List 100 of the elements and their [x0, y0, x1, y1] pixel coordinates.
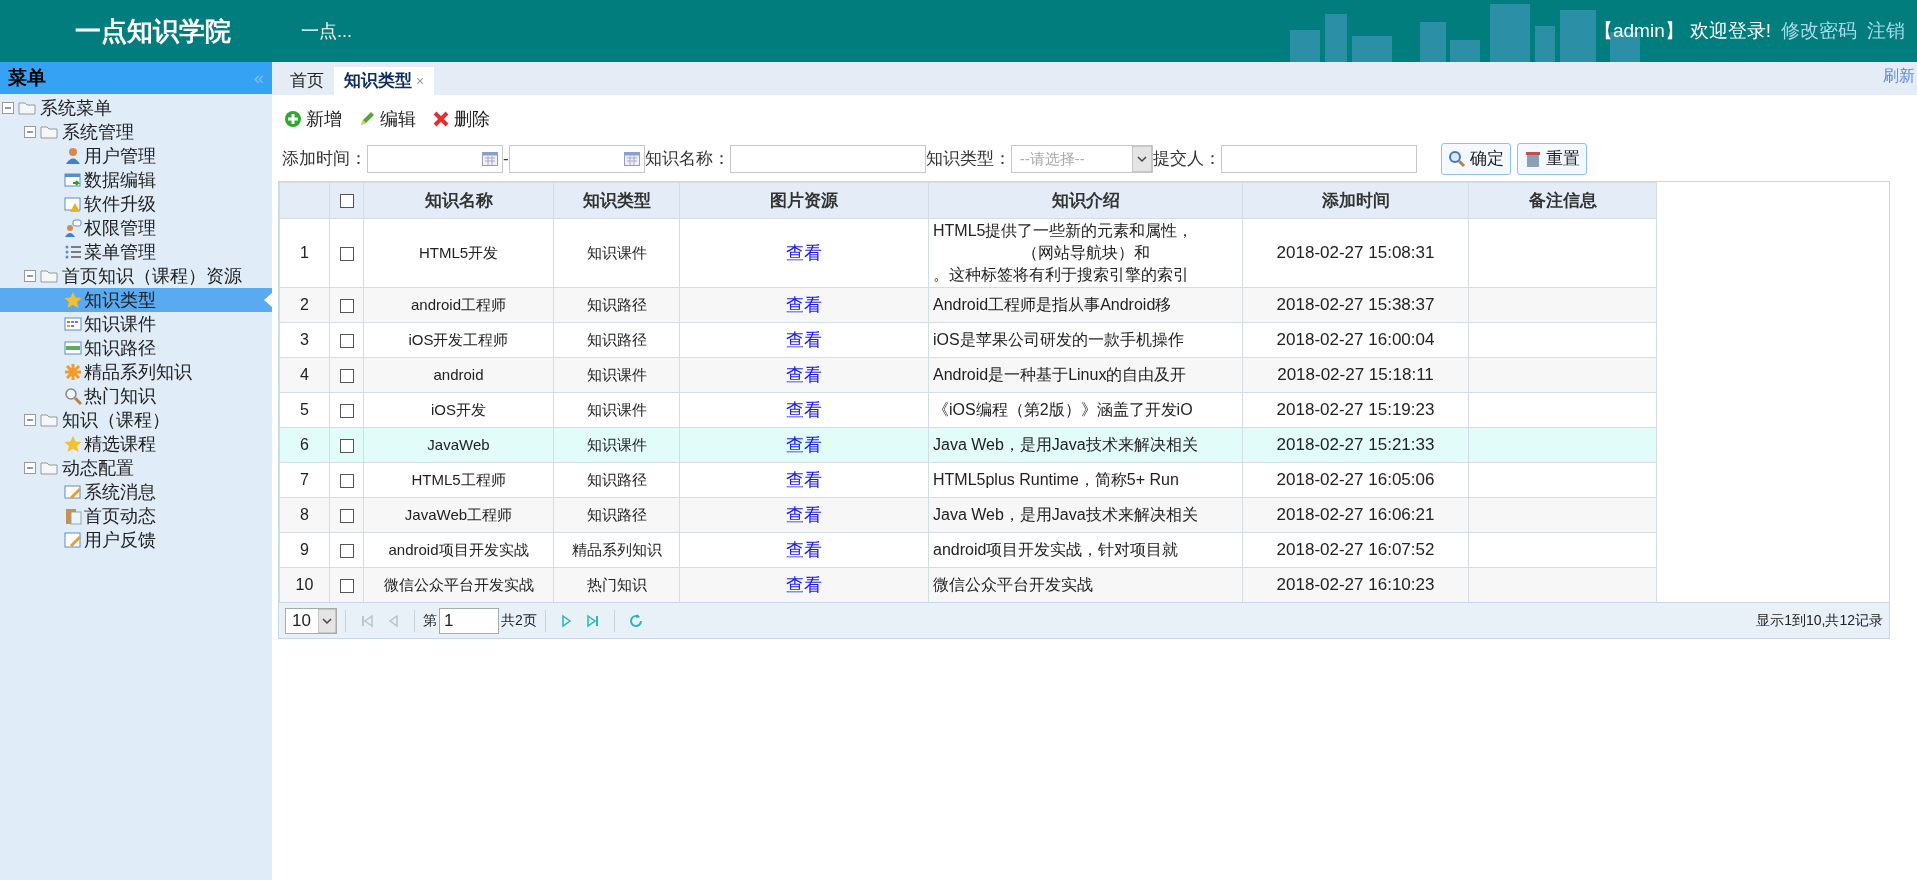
checkbox[interactable] [339, 403, 354, 418]
welcome-text: 欢迎登录! [1689, 18, 1771, 43]
view-link[interactable]: 查看 [786, 469, 822, 490]
menu-item-icon [64, 243, 82, 261]
page-number-field[interactable]: 1 [439, 607, 499, 634]
filter-button[interactable]: 重置 [1516, 143, 1587, 175]
tree-item[interactable]: 权限管理 [84, 216, 156, 240]
column-header: 备注信息 [1468, 182, 1657, 219]
tree-item[interactable]: 系统消息 [84, 480, 156, 504]
calendar-icon[interactable] [623, 151, 640, 167]
tree-item[interactable]: 用户反馈 [84, 528, 156, 552]
menu-item-icon [64, 291, 82, 309]
table-cell: 2018-02-27 16:07:52 [1242, 532, 1469, 568]
table-cell: 知识课件 [553, 427, 680, 463]
table-cell: 知识路径 [553, 322, 680, 358]
tree-item[interactable]: 用户管理 [84, 144, 156, 168]
checkbox[interactable] [339, 578, 354, 593]
view-link[interactable]: 查看 [786, 399, 822, 420]
checkbox[interactable] [339, 194, 354, 209]
collapse-toggle-icon[interactable] [24, 414, 36, 426]
checkbox[interactable] [339, 246, 354, 261]
previous-page-icon[interactable] [386, 613, 400, 628]
tree-item[interactable]: 菜单管理 [84, 240, 156, 264]
folder-icon [40, 413, 58, 427]
text-field[interactable] [1220, 145, 1417, 173]
toolbar-button[interactable]: 编辑 [358, 105, 416, 133]
checkbox[interactable] [339, 368, 354, 383]
tree-item[interactable]: 知识课件 [84, 312, 156, 336]
row-number: 3 [279, 322, 330, 358]
row-number: 8 [279, 497, 330, 533]
text-field[interactable] [729, 145, 926, 173]
filter-label: 添加时间： [282, 148, 367, 171]
menu-item-icon [64, 339, 82, 357]
table-cell: 知识课件 [553, 357, 680, 393]
table-cell: 知识课件 [553, 218, 680, 288]
collapse-toggle-icon[interactable] [2, 102, 14, 114]
toolbar-button[interactable]: 新增 [284, 105, 342, 133]
filter-button[interactable]: 确定 [1440, 143, 1511, 175]
row-number: 2 [279, 287, 330, 323]
dropdown-arrow-icon[interactable] [1131, 146, 1152, 172]
view-link[interactable]: 查看 [786, 539, 822, 560]
filter-label: 知识类型： [925, 148, 1011, 171]
folder-icon [18, 101, 36, 115]
header-subtitle: 一点... [301, 19, 352, 43]
calendar-icon[interactable] [482, 151, 498, 167]
toolbar-button[interactable]: 删除 [432, 105, 490, 133]
row-number: 7 [279, 462, 330, 498]
table-cell: 2018-02-27 16:06:21 [1242, 497, 1469, 533]
date-field[interactable] [508, 145, 645, 173]
first-page-icon[interactable] [360, 613, 374, 628]
checkbox[interactable] [339, 438, 354, 453]
tree-item[interactable]: 知识（课程） [62, 408, 170, 432]
table-cell-text: HTML5plus Runtime，简称5+ Run [933, 470, 1180, 490]
tree-item[interactable]: 热门知识 [84, 384, 156, 408]
delete-icon [432, 110, 450, 128]
tree-item[interactable]: 系统管理 [62, 120, 134, 144]
checkbox[interactable] [339, 298, 354, 313]
tab[interactable]: 知识类型 × [334, 67, 435, 95]
menu-item-icon [64, 315, 82, 333]
tree-item[interactable]: 精选课程 [84, 432, 156, 456]
page-size-select[interactable]: 10 [285, 607, 337, 634]
dropdown-arrow-icon[interactable] [318, 608, 336, 633]
tree-item[interactable]: 首页动态 [84, 504, 156, 528]
tree-item[interactable]: 系统菜单 [40, 96, 112, 120]
view-link[interactable]: 查看 [786, 364, 822, 385]
tree-item[interactable]: 首页知识（课程）资源 [62, 264, 242, 288]
column-header: 知识名称 [363, 182, 554, 219]
menu-item-icon [64, 483, 82, 501]
view-link[interactable]: 查看 [786, 294, 822, 315]
tree-item[interactable]: 动态配置 [62, 456, 134, 480]
tree-item[interactable]: 精品系列知识 [84, 360, 192, 384]
view-link[interactable]: 查看 [786, 329, 822, 350]
view-link[interactable]: 查看 [786, 242, 822, 263]
table-cell: 知识路径 [553, 287, 680, 323]
checkbox[interactable] [339, 543, 354, 558]
next-page-icon[interactable] [559, 613, 574, 628]
date-field[interactable] [367, 145, 503, 173]
table-cell: 精品系列知识 [553, 532, 680, 568]
checkbox[interactable] [339, 333, 354, 348]
menu-item-icon [64, 507, 82, 525]
collapse-toggle-icon[interactable] [24, 126, 36, 138]
tree-item[interactable]: 知识路径 [84, 336, 156, 360]
table-cell: 2018-02-27 15:08:31 [1242, 218, 1469, 288]
tree-item[interactable]: 数据编辑 [84, 168, 156, 192]
view-link[interactable]: 查看 [786, 574, 822, 595]
last-page-icon[interactable] [585, 613, 600, 628]
table-cell: 2018-02-27 15:18:11 [1242, 357, 1469, 393]
row-number: 5 [279, 392, 330, 428]
collapse-toggle-icon[interactable] [24, 270, 36, 282]
table-cell: JavaWeb工程师 [363, 497, 554, 533]
tab[interactable]: 首页 [280, 67, 334, 95]
view-link[interactable]: 查看 [786, 504, 822, 525]
checkbox[interactable] [339, 508, 354, 523]
table-cell: HTML5工程师 [363, 462, 554, 498]
checkbox[interactable] [339, 473, 354, 488]
table-cell-text: Java Web，是用Java技术来解决相关 [933, 435, 1199, 455]
view-link[interactable]: 查看 [786, 434, 822, 455]
app-title: 一点知识学院 [75, 14, 231, 48]
tree-item[interactable]: 软件升级 [84, 192, 156, 216]
collapse-toggle-icon[interactable] [24, 462, 36, 474]
